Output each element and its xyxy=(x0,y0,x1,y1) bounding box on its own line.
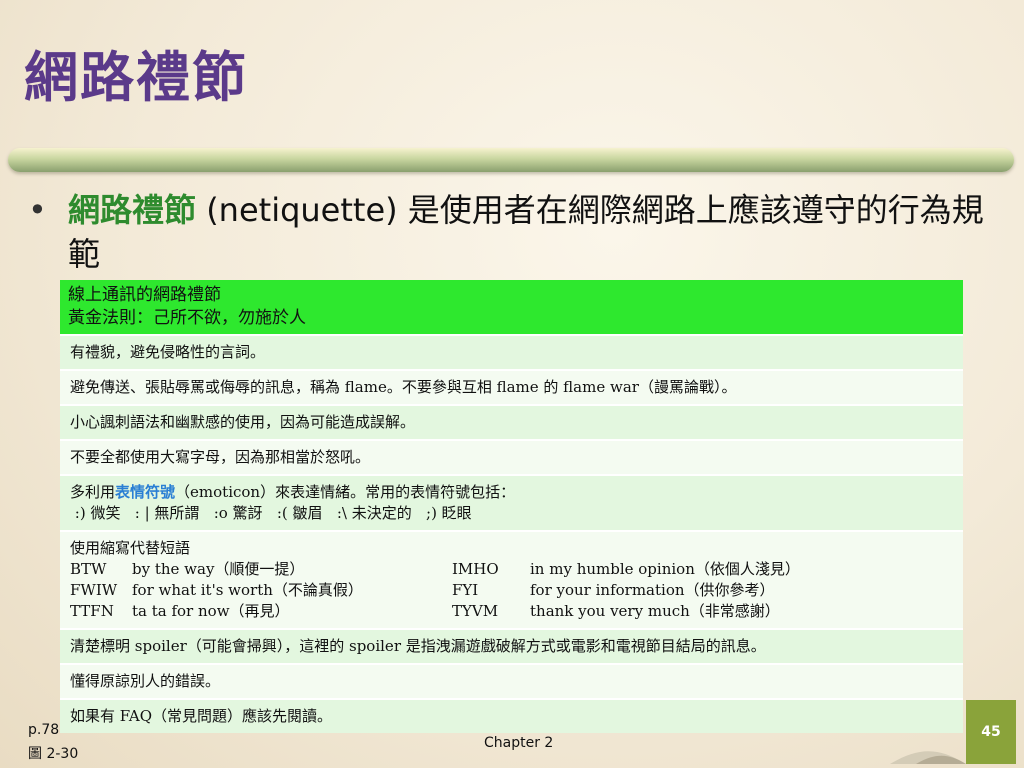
abbr-term: BTW xyxy=(70,560,107,578)
reference-page: p.78 xyxy=(28,722,60,738)
table-row: 清楚標明 spoiler（可能會掃興），這裡的 spoiler 是指洩漏遊戲破解… xyxy=(60,628,963,663)
abbr-line: TTFN ta ta for now（再見） TYVM thank you ve… xyxy=(70,601,953,622)
bullet-rest: (netiquette) 是使用者在網際網路上應該遵守的行為規範 xyxy=(68,191,984,273)
table-row: 如果有 FAQ（常見問題）應該先閱讀。 xyxy=(60,698,963,733)
slide-title: 網路禮節 xyxy=(24,45,248,109)
emoticon-highlight: 表情符號 xyxy=(115,483,176,501)
table-header-title: 線上通訊的網路禮節 xyxy=(68,285,221,305)
abbr-term: TTFN xyxy=(70,602,114,620)
table-row: 懂得原諒別人的錯誤。 xyxy=(60,663,963,698)
table-row-emoticon: 多利用表情符號（emoticon）來表達情緒。常用的表情符號包括： :) 微笑 … xyxy=(60,474,963,530)
table-header: 線上通訊的網路禮節 黃金法則：己所不欲，勿施於人 xyxy=(60,280,963,334)
abbr-term: FWIW xyxy=(70,581,118,599)
netiquette-table: 線上通訊的網路禮節 黃金法則：己所不欲，勿施於人 有禮貌，避免侵略性的言詞。 避… xyxy=(60,280,963,733)
abbr-meaning: for your information（供你參考） xyxy=(530,581,775,599)
abbr-meaning: for what it's worth（不論真假） xyxy=(132,581,363,599)
decorative-swirl-icon xyxy=(890,751,966,764)
emoticon-suffix: （emoticon）來表達情緒。常用的表情符號包括： xyxy=(175,483,516,501)
abbr-meaning: by the way（順便一提） xyxy=(132,560,305,578)
table-row: 不要全都使用大寫字母，因為那相當於怒吼。 xyxy=(60,439,963,474)
chapter-label: Chapter 2 xyxy=(484,735,554,751)
table-header-rule: 黃金法則：己所不欲，勿施於人 xyxy=(68,308,306,328)
bullet-highlight: 網路禮節 xyxy=(68,191,197,229)
abbr-line: BTW by the way（順便一提） IMHO in my humble o… xyxy=(70,559,953,580)
abbr-heading: 使用縮寫代替短語 xyxy=(70,539,191,557)
bullet-text: 網路禮節 (netiquette) 是使用者在網際網路上應該遵守的行為規範 xyxy=(68,188,988,276)
bullet-icon: • xyxy=(28,191,47,229)
abbr-term: FYI xyxy=(452,581,479,599)
table-row: 避免傳送、張貼辱罵或侮辱的訊息，稱為 flame。不要參與互相 flame 的 … xyxy=(60,369,963,404)
emoticon-prefix: 多利用 xyxy=(70,483,116,501)
abbr-line: FWIW for what it's worth（不論真假） FYI for y… xyxy=(70,580,953,601)
emoticon-line: 多利用表情符號（emoticon）來表達情緒。常用的表情符號包括： xyxy=(70,482,953,503)
title-underline-bar xyxy=(8,148,1014,172)
page-number-badge: 45 xyxy=(966,700,1016,764)
table-row-abbreviations: 使用縮寫代替短語 BTW by the way（順便一提） IMHO in my… xyxy=(60,530,963,628)
abbr-meaning: ta ta for now（再見） xyxy=(132,602,290,620)
abbr-meaning: thank you very much（非常感謝） xyxy=(530,602,780,620)
reference-figure: 圖 2-30 xyxy=(28,746,79,762)
emoticon-examples: :) 微笑 : | 無所謂 :o 驚訝 :( 皺眉 :\ 未決定的 ;) 眨眼 xyxy=(70,504,472,522)
abbr-term: TYVM xyxy=(452,602,499,620)
table-row: 小心諷刺語法和幽默感的使用，因為可能造成誤解。 xyxy=(60,404,963,439)
table-row: 有禮貌，避免侵略性的言詞。 xyxy=(60,334,963,369)
abbr-term: IMHO xyxy=(452,560,499,578)
abbr-meaning: in my humble opinion（依個人淺見） xyxy=(530,560,800,578)
